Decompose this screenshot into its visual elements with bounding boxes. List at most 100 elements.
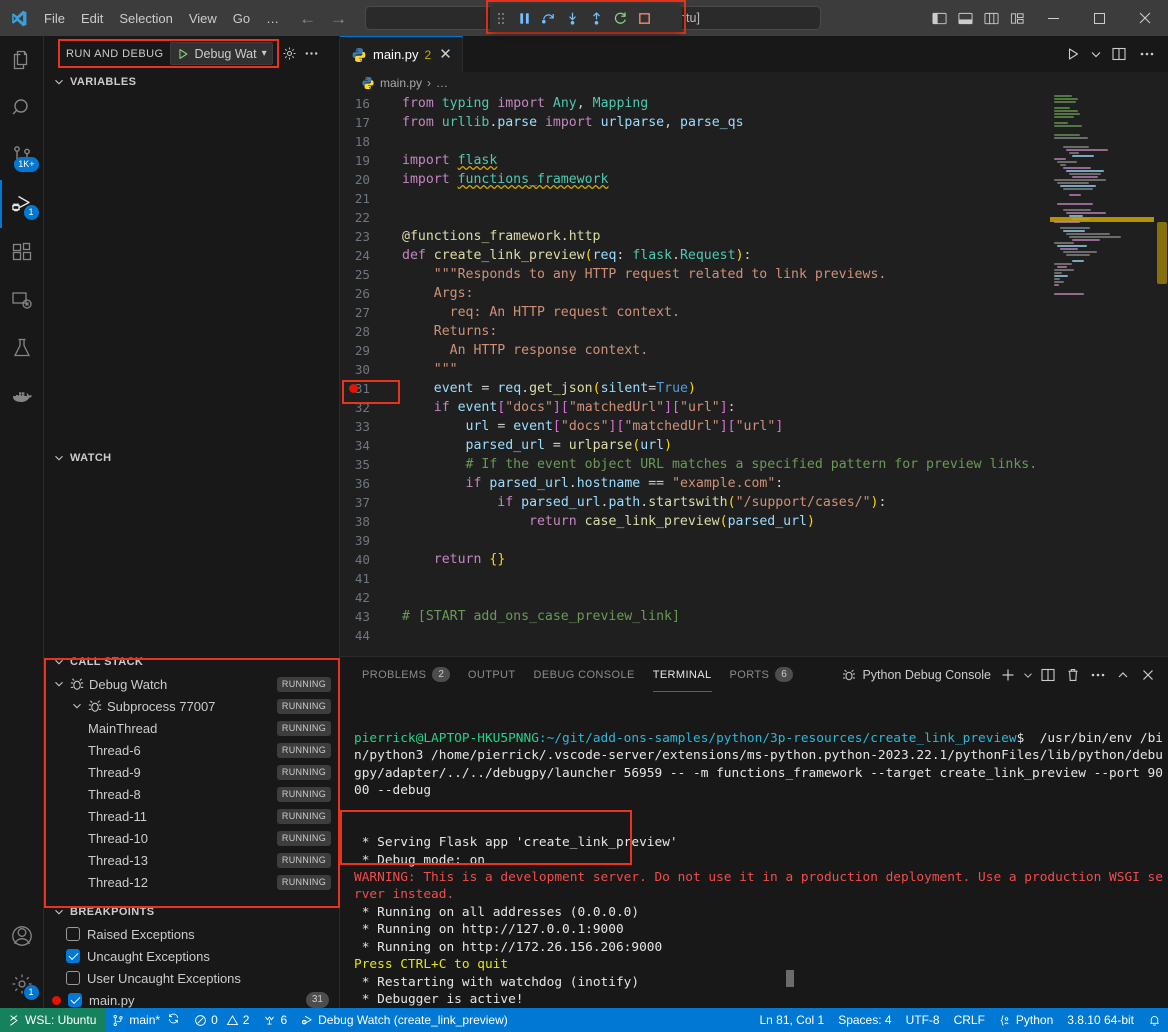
panel-tab-debug-console[interactable]: DEBUG CONSOLE: [525, 657, 644, 692]
step-into-button[interactable]: [560, 4, 584, 32]
run-dropdown-button[interactable]: [1088, 36, 1104, 72]
editor-scrollbar[interactable]: [1154, 94, 1168, 656]
debug-configuration-select[interactable]: Debug Wat ▾: [170, 42, 273, 65]
code-line[interactable]: 18: [340, 132, 1168, 151]
toggle-secondary-sidebar-icon[interactable]: [978, 0, 1004, 36]
code-line[interactable]: 42: [340, 588, 1168, 607]
sidebar-item-run-and-debug[interactable]: 1: [0, 180, 44, 228]
panel-tab-terminal[interactable]: TERMINAL: [644, 657, 721, 692]
code-line[interactable]: 37 if parsed_url.path.startswith("/suppo…: [340, 493, 1168, 512]
minimize-button[interactable]: [1030, 0, 1076, 36]
breakpoint-row[interactable]: main.py31: [44, 989, 339, 1008]
back-arrow-icon[interactable]: ←: [299, 10, 316, 27]
code-line[interactable]: 34 parsed_url = urlparse(url): [340, 436, 1168, 455]
step-out-button[interactable]: [584, 4, 608, 32]
code-editor[interactable]: 16from typing import Any, Mapping17from …: [340, 94, 1168, 656]
variables-section-header[interactable]: VARIABLES: [44, 71, 339, 93]
maximize-button[interactable]: [1076, 0, 1122, 36]
code-line[interactable]: 28 Returns:: [340, 322, 1168, 341]
chevron-down-icon[interactable]: [70, 699, 84, 713]
code-line[interactable]: 32 if event["docs"]["matchedUrl"]["url"]…: [340, 398, 1168, 417]
kill-terminal-button[interactable]: [1061, 657, 1085, 692]
run-python-file-button[interactable]: [1060, 36, 1086, 72]
step-over-button[interactable]: [536, 4, 560, 32]
code-line[interactable]: 19import flask: [340, 151, 1168, 170]
breadcrumb[interactable]: main.py › …: [340, 72, 1168, 94]
split-terminal-button[interactable]: [1036, 657, 1060, 692]
menu-go[interactable]: Go: [225, 8, 258, 29]
status-problems[interactable]: 0 2: [187, 1008, 256, 1032]
panel-tab-ports[interactable]: PORTS6: [721, 657, 802, 692]
line-gutter[interactable]: 33: [340, 417, 394, 436]
call-stack-row[interactable]: Thread-10RUNNING: [44, 827, 339, 849]
line-gutter[interactable]: 27: [340, 303, 394, 322]
call-stack-section-header[interactable]: CALL STACK: [44, 651, 339, 673]
menu-selection[interactable]: Selection: [111, 8, 180, 29]
panel-tab-problems[interactable]: PROBLEMS2: [353, 657, 459, 692]
call-stack-row[interactable]: Subprocess 77007RUNNING: [44, 695, 339, 717]
line-gutter[interactable]: 26: [340, 284, 394, 303]
sidebar-item-explorer[interactable]: [0, 36, 44, 84]
drag-handle-icon[interactable]: [490, 4, 512, 32]
code-line[interactable]: 44: [340, 626, 1168, 645]
terminal-output[interactable]: pierrick@LAPTOP-HKU5PNNG:~/git/add-ons-s…: [340, 692, 1168, 1009]
status-cursor-position[interactable]: Ln 81, Col 1: [752, 1008, 831, 1032]
code-line[interactable]: 20import functions_framework: [340, 170, 1168, 189]
sidebar-item-docker[interactable]: [0, 372, 44, 420]
line-gutter[interactable]: 34: [340, 436, 394, 455]
code-line[interactable]: 17from urllib.parse import urlparse, par…: [340, 113, 1168, 132]
line-gutter[interactable]: 40: [340, 550, 394, 569]
sidebar-item-search[interactable]: [0, 84, 44, 132]
code-line[interactable]: 23@functions_framework.http: [340, 227, 1168, 246]
call-stack-row[interactable]: Thread-13RUNNING: [44, 849, 339, 871]
line-gutter[interactable]: 20: [340, 170, 394, 189]
line-gutter[interactable]: 41: [340, 569, 394, 588]
code-line[interactable]: 35 # If the event object URL matches a s…: [340, 455, 1168, 474]
sync-icon[interactable]: [167, 1012, 180, 1028]
breakpoint-row[interactable]: Raised Exceptions: [44, 923, 339, 945]
code-line[interactable]: 16from typing import Any, Mapping: [340, 94, 1168, 113]
code-line[interactable]: 41: [340, 569, 1168, 588]
pause-button[interactable]: [512, 4, 536, 32]
sidebar-item-remote-explorer[interactable]: [0, 276, 44, 324]
breakpoint-checkbox[interactable]: [66, 927, 80, 941]
code-line[interactable]: 27 req: An HTTP request context.: [340, 303, 1168, 322]
terminal-selector[interactable]: Python Debug Console: [841, 667, 995, 683]
line-gutter[interactable]: 17: [340, 113, 394, 132]
breakpoint-checkbox[interactable]: [68, 993, 82, 1007]
customize-layout-icon[interactable]: [1004, 0, 1030, 36]
chevron-down-icon[interactable]: [52, 677, 66, 691]
status-debug-session[interactable]: Debug Watch (create_link_preview): [294, 1008, 515, 1032]
call-stack-row[interactable]: Thread-11RUNNING: [44, 805, 339, 827]
line-gutter[interactable]: 24: [340, 246, 394, 265]
tab-main-py[interactable]: main.py 2 ✕: [340, 36, 463, 72]
restart-button[interactable]: [608, 4, 632, 32]
breakpoint-row[interactable]: User Uncaught Exceptions: [44, 967, 339, 989]
status-eol[interactable]: CRLF: [947, 1008, 992, 1032]
scrollbar-thumb[interactable]: [1157, 222, 1167, 284]
line-gutter[interactable]: 29: [340, 341, 394, 360]
line-gutter[interactable]: 21: [340, 189, 394, 208]
code-line[interactable]: 36 if parsed_url.hostname == "example.co…: [340, 474, 1168, 493]
line-gutter[interactable]: 37: [340, 493, 394, 512]
line-gutter[interactable]: 23: [340, 227, 394, 246]
maximize-panel-button[interactable]: [1111, 657, 1135, 692]
breakpoint-checkbox[interactable]: [66, 949, 80, 963]
open-launch-json-gear-icon[interactable]: [279, 36, 301, 71]
breadcrumb-file[interactable]: main.py: [380, 76, 422, 90]
line-gutter[interactable]: 28: [340, 322, 394, 341]
code-line[interactable]: 29 An HTTP response context.: [340, 341, 1168, 360]
forward-arrow-icon[interactable]: →: [330, 10, 347, 27]
call-stack-row[interactable]: Thread-8RUNNING: [44, 783, 339, 805]
status-remote[interactable]: WSL: Ubuntu: [0, 1008, 105, 1032]
more-actions-button[interactable]: [1134, 36, 1160, 72]
code-line[interactable]: 24def create_link_preview(req: flask.Req…: [340, 246, 1168, 265]
toggle-panel-icon[interactable]: [952, 0, 978, 36]
breakpoint-row[interactable]: Uncaught Exceptions: [44, 945, 339, 967]
breakpoints-section-header[interactable]: BREAKPOINTS: [44, 901, 339, 923]
watch-section-header[interactable]: WATCH: [44, 447, 339, 469]
menu-edit[interactable]: Edit: [73, 8, 111, 29]
line-gutter[interactable]: 19: [340, 151, 394, 170]
code-line[interactable]: 22: [340, 208, 1168, 227]
breakpoint-checkbox[interactable]: [66, 971, 80, 985]
